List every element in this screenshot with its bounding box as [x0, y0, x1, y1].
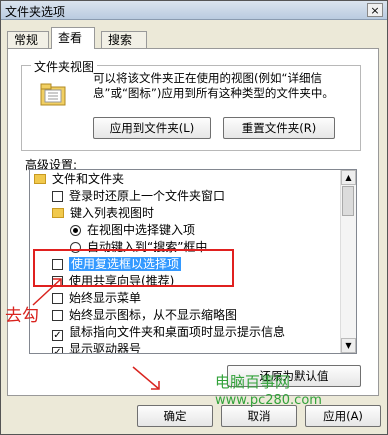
- apply-to-folders-button[interactable]: 应用到文件夹(L): [93, 117, 211, 139]
- checkbox[interactable]: [52, 191, 63, 202]
- title-bar[interactable]: 文件夹选项 ×: [1, 1, 387, 20]
- folder-views-description: 可以将该文件夹正在使用的视图(例如“详细信息”或“图标”)应用到所有这种类型的文…: [93, 71, 334, 100]
- tab-general[interactable]: 常规: [7, 31, 49, 49]
- list-scrollbar[interactable]: ▲ ▼: [340, 170, 356, 353]
- scroll-up-icon[interactable]: ▲: [341, 170, 356, 185]
- scroll-thumb[interactable]: [342, 186, 354, 216]
- tab-view[interactable]: 查看: [51, 27, 95, 49]
- reset-folders-button[interactable]: 重置文件夹(R): [223, 117, 335, 139]
- annotation-text: 去勾: [5, 306, 39, 326]
- checkbox-checked[interactable]: ✓: [52, 347, 63, 353]
- always-show-icons-option[interactable]: 始终显示图标，从不显示缩略图: [52, 308, 237, 323]
- folder-options-dialog: 文件夹选项 × 常规 查看 搜索 文件夹视图 可以将该文件夹正在使用的视图(例如…: [0, 0, 388, 435]
- close-button[interactable]: ×: [367, 3, 383, 17]
- checkbox-checked[interactable]: ✓: [52, 330, 63, 341]
- annotation-arrow-icon: [32, 278, 62, 306]
- tab-search[interactable]: 搜索: [101, 31, 147, 49]
- radio-selected[interactable]: [70, 225, 81, 236]
- restore-windows-option[interactable]: 登录时还原上一个文件夹窗口: [52, 189, 225, 204]
- folder-views-title: 文件夹视图: [31, 58, 98, 75]
- folder-views-icon: [40, 83, 66, 106]
- watermark-url: www.pc280.com: [215, 393, 322, 408]
- show-drive-letters-option[interactable]: ✓ 显示驱动器号: [52, 342, 141, 353]
- select-typed-item-option[interactable]: 在视图中选择键入项: [70, 223, 195, 238]
- scroll-down-icon[interactable]: ▼: [341, 338, 356, 353]
- show-tooltips-option[interactable]: ✓ 鼠标指向文件夹和桌面项时显示提示信息: [52, 325, 285, 341]
- list-item: 键入列表视图时: [52, 206, 154, 221]
- watermark-title: 电脑百事网: [215, 373, 291, 391]
- apply-button[interactable]: 应用(A): [305, 405, 381, 427]
- checkbox[interactable]: [52, 310, 63, 321]
- cancel-button[interactable]: 取消: [221, 405, 297, 427]
- list-item: 文件和文件夹: [34, 172, 124, 187]
- ok-arrow-icon: [132, 366, 160, 390]
- folder-icon: [34, 174, 46, 184]
- ok-button[interactable]: 确定: [137, 405, 213, 427]
- window-title: 文件夹选项: [5, 5, 66, 19]
- folder-icon: [52, 208, 64, 218]
